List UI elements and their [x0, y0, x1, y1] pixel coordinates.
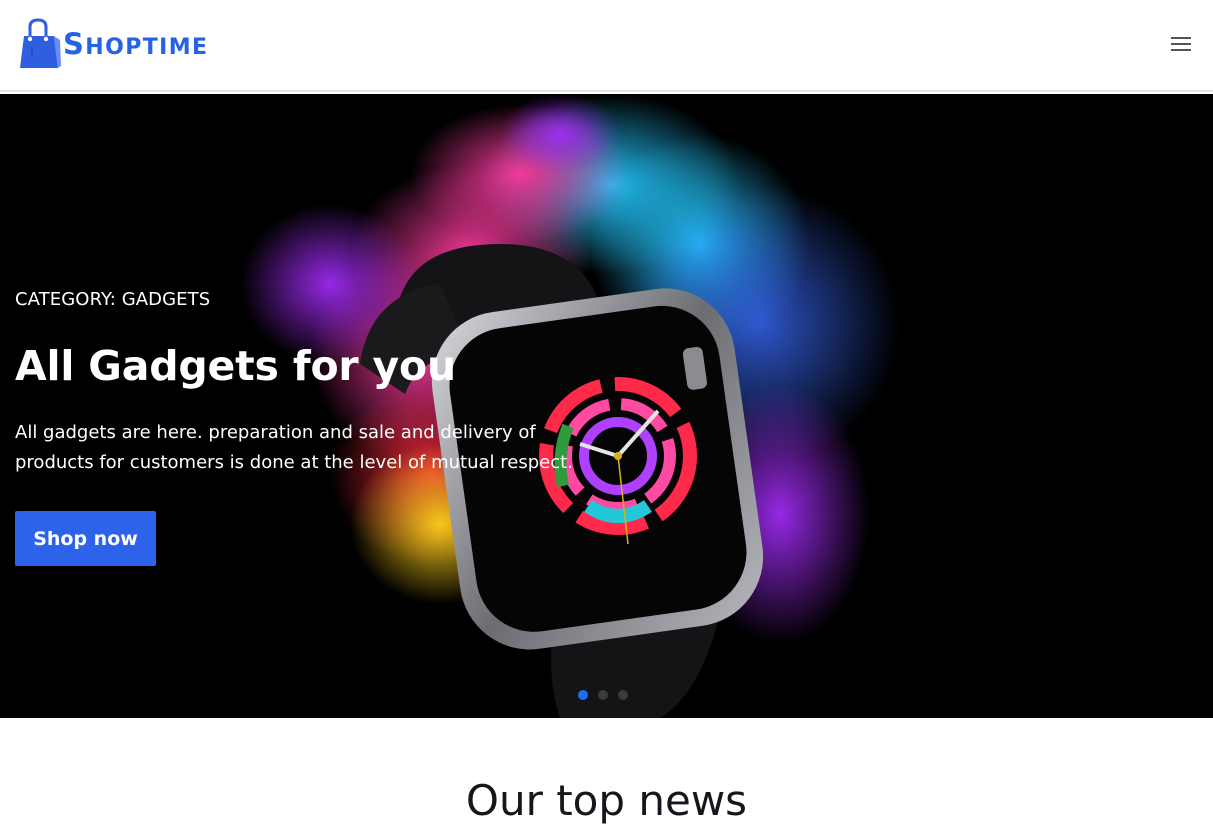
site-header: SHOPTIME — [0, 0, 1213, 92]
carousel-dot-3[interactable] — [618, 690, 628, 700]
hero-category: CATEGORY: GADGETS — [15, 289, 211, 310]
hamburger-menu-icon — [1171, 37, 1191, 51]
brand-logo[interactable]: SHOPTIME — [18, 18, 208, 70]
shop-now-button[interactable]: Shop now — [15, 511, 156, 566]
carousel-dot-1[interactable] — [578, 690, 588, 700]
hero-description: All gadgets are here. preparation and sa… — [15, 422, 573, 473]
menu-button[interactable] — [1167, 32, 1195, 56]
brand-name: SHOPTIME — [63, 26, 209, 61]
section-title-top-news: Our top news — [465, 776, 748, 825]
shopping-bag-icon — [20, 18, 61, 68]
carousel-indicators — [578, 690, 628, 700]
carousel-dot-2[interactable] — [598, 690, 608, 700]
hero-image-smartwatch — [0, 94, 1213, 718]
hero-title: All Gadgets for you — [15, 342, 456, 390]
hero-carousel: CATEGORY: GADGETS All Gadgets for you Al… — [0, 94, 1213, 718]
